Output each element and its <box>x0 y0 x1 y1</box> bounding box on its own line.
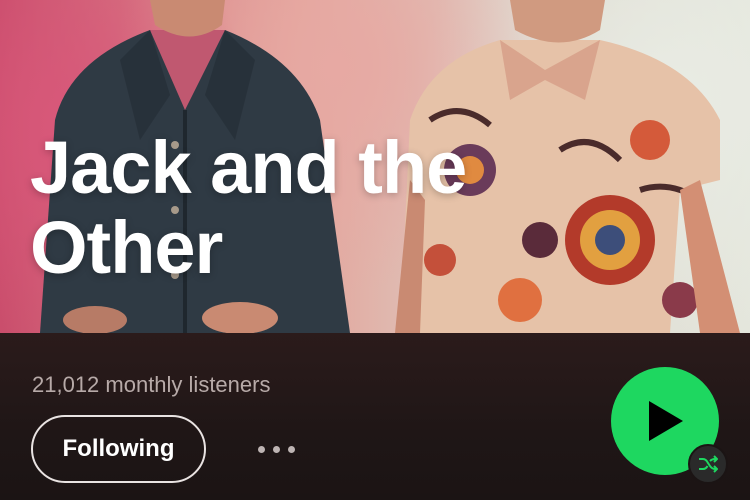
more-horizontal-icon <box>257 445 265 453</box>
artist-page: Jack and the Other 21,012 monthly listen… <box>0 0 750 500</box>
artist-name: Jack and the Other <box>30 126 467 289</box>
more-options-button[interactable] <box>248 432 304 466</box>
play-icon <box>649 401 683 441</box>
shuffle-button[interactable] <box>688 444 728 484</box>
shuffle-icon <box>699 455 718 473</box>
following-button[interactable]: Following <box>31 415 206 483</box>
artist-hero-image: Jack and the Other <box>0 0 750 333</box>
monthly-listeners: 21,012 monthly listeners <box>32 372 271 397</box>
